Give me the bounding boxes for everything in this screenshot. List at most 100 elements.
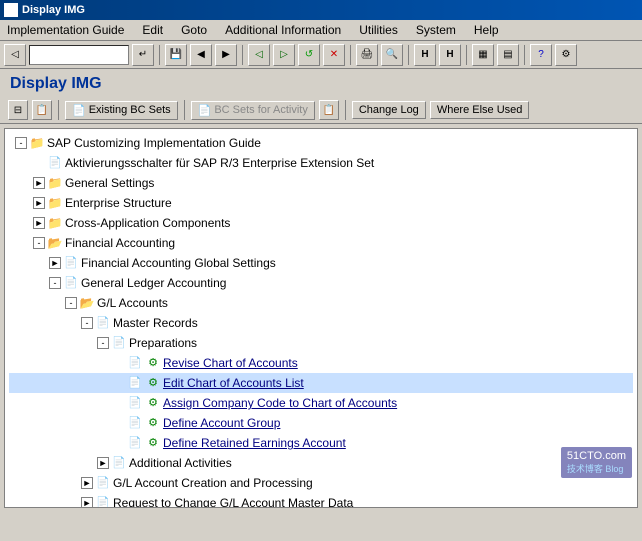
- exec-icon-edit: ⚙: [145, 376, 161, 390]
- btn-h2[interactable]: H: [439, 44, 461, 66]
- menu-additional-information[interactable]: Additional Information: [222, 22, 344, 38]
- label-defineag[interactable]: Define Account Group: [163, 414, 280, 432]
- doc-icon-finglobal: 📄: [63, 256, 79, 270]
- toggle-request[interactable]: ►: [81, 497, 93, 508]
- toolbar: ◁ ↵ 💾 ◀ ▶ ◁ ▷ ↺ ✕ 🖨 🔍 H H ▦ ▤ ? ⚙: [0, 41, 642, 69]
- tree-item-request[interactable]: ► 📄 Request to Change G/L Account Master…: [9, 493, 633, 508]
- print-button[interactable]: 🖨: [356, 44, 378, 66]
- toggle-gl[interactable]: -: [49, 277, 61, 289]
- menu-goto[interactable]: Goto: [178, 22, 210, 38]
- tree-item-addact[interactable]: ► 📄 Additional Activities: [9, 453, 633, 473]
- label-definere[interactable]: Define Retained Earnings Account: [163, 434, 346, 452]
- doc-icon-revise: 📄: [127, 356, 143, 370]
- prev-button[interactable]: ◀: [190, 44, 212, 66]
- exec-icon-revise: ⚙: [145, 356, 161, 370]
- tree-item-revise[interactable]: 📄 ⚙ Revise Chart of Accounts: [9, 353, 633, 373]
- watermark-sub: 技术博客 Blog: [567, 462, 626, 475]
- toggle-finglobal[interactable]: ►: [49, 257, 61, 269]
- enter-button[interactable]: ↵: [132, 44, 154, 66]
- collapse-all-button[interactable]: 📋: [32, 100, 52, 120]
- toggle-addact[interactable]: ►: [97, 457, 109, 469]
- toggle-master[interactable]: -: [81, 317, 93, 329]
- save-button[interactable]: 💾: [165, 44, 187, 66]
- toggle-cross[interactable]: ►: [33, 217, 45, 229]
- toggle-glacc[interactable]: -: [65, 297, 77, 309]
- settings-button[interactable]: ⚙: [555, 44, 577, 66]
- existing-bc-sets-button[interactable]: 📄 Existing BC Sets: [65, 101, 178, 120]
- back-button[interactable]: ◁: [4, 44, 26, 66]
- tree-item-master[interactable]: - 📄 Master Records: [9, 313, 633, 333]
- bc-sets-activity-button[interactable]: 📄 BC Sets for Activity: [191, 101, 315, 120]
- label-edit[interactable]: Edit Chart of Accounts List: [163, 374, 304, 392]
- separator-4: [408, 45, 409, 65]
- action-toolbar: ⊟ 📋 📄 Existing BC Sets 📄 BC Sets for Act…: [0, 97, 642, 124]
- layout-btn2[interactable]: ▤: [497, 44, 519, 66]
- tree-item-glaccount[interactable]: ► 📄 G/L Account Creation and Processing: [9, 473, 633, 493]
- where-else-used-button[interactable]: Where Else Used: [430, 101, 530, 119]
- tree-item-assign[interactable]: 📄 ⚙ Assign Company Code to Chart of Acco…: [9, 393, 633, 413]
- help-button[interactable]: ?: [530, 44, 552, 66]
- label-assign[interactable]: Assign Company Code to Chart of Accounts: [163, 394, 397, 412]
- label-revise[interactable]: Revise Chart of Accounts: [163, 354, 298, 372]
- doc-icon-gl: 📄: [63, 276, 79, 290]
- toggle-prep[interactable]: -: [97, 337, 109, 349]
- tree-item-aktivierung[interactable]: 📄 Aktivierungsschalter für SAP R/3 Enter…: [9, 153, 633, 173]
- menu-bar: Implementation Guide Edit Goto Additiona…: [0, 20, 642, 41]
- nav-prev[interactable]: ◁: [248, 44, 270, 66]
- toggle-finacc[interactable]: -: [33, 237, 45, 249]
- tree-item-general[interactable]: ► 📁 General Settings: [9, 173, 633, 193]
- command-field[interactable]: [29, 45, 129, 65]
- menu-system[interactable]: System: [413, 22, 459, 38]
- exec-icon-defineag: ⚙: [145, 416, 161, 430]
- folder-icon-enterprise: 📁: [47, 196, 63, 210]
- label-gl: General Ledger Accounting: [81, 274, 226, 292]
- label-addact: Additional Activities: [129, 454, 232, 472]
- refresh-button[interactable]: ↺: [298, 44, 320, 66]
- doc-icon-edit: 📄: [127, 376, 143, 390]
- page-title: Display IMG: [10, 75, 102, 92]
- menu-utilities[interactable]: Utilities: [356, 22, 401, 38]
- stop-button[interactable]: ✕: [323, 44, 345, 66]
- expand-all-button[interactable]: ⊟: [8, 100, 28, 120]
- watermark-site: 51CTO.com: [567, 450, 626, 462]
- label-request: Request to Change G/L Account Master Dat…: [113, 494, 353, 508]
- main-content: - 📁 SAP Customizing Implementation Guide…: [4, 128, 638, 508]
- title-bar: Display IMG: [0, 0, 642, 20]
- tree-item-root[interactable]: - 📁 SAP Customizing Implementation Guide: [9, 133, 633, 153]
- separator-6: [524, 45, 525, 65]
- label-enterprise: Enterprise Structure: [65, 194, 172, 212]
- tree-item-finacc[interactable]: - 📂 Financial Accounting: [9, 233, 633, 253]
- next-button[interactable]: ▶: [215, 44, 237, 66]
- tree-item-enterprise[interactable]: ► 📁 Enterprise Structure: [9, 193, 633, 213]
- label-glacc: G/L Accounts: [97, 294, 168, 312]
- doc-icon-aktivierung: 📄: [47, 156, 63, 170]
- tree-item-gl[interactable]: - 📄 General Ledger Accounting: [9, 273, 633, 293]
- btn-h1[interactable]: H: [414, 44, 436, 66]
- toggle-enterprise[interactable]: ►: [33, 197, 45, 209]
- nav-next[interactable]: ▷: [273, 44, 295, 66]
- tree-item-definere[interactable]: 📄 ⚙ Define Retained Earnings Account: [9, 433, 633, 453]
- doc-icon-request: 📄: [95, 496, 111, 508]
- tree-item-defineag[interactable]: 📄 ⚙ Define Account Group: [9, 413, 633, 433]
- tree: - 📁 SAP Customizing Implementation Guide…: [9, 133, 633, 508]
- folder-icon-general: 📁: [47, 176, 63, 190]
- tree-item-finglobal[interactable]: ► 📄 Financial Accounting Global Settings: [9, 253, 633, 273]
- menu-implementation-guide[interactable]: Implementation Guide: [4, 22, 127, 38]
- change-log-button[interactable]: Change Log: [352, 101, 426, 119]
- folder-icon-glacc: 📂: [79, 296, 95, 310]
- separator-1: [159, 45, 160, 65]
- toggle-general[interactable]: ►: [33, 177, 45, 189]
- find-button[interactable]: 🔍: [381, 44, 403, 66]
- tree-item-edit[interactable]: 📄 ⚙ Edit Chart of Accounts List: [9, 373, 633, 393]
- menu-edit[interactable]: Edit: [139, 22, 166, 38]
- toggle-glaccount[interactable]: ►: [81, 477, 93, 489]
- doc-icon-glaccount: 📄: [95, 476, 111, 490]
- menu-help[interactable]: Help: [471, 22, 502, 38]
- bc-activity-extra[interactable]: 📋: [319, 100, 339, 120]
- tree-item-prep[interactable]: - 📄 Preparations: [9, 333, 633, 353]
- toggle-root[interactable]: -: [15, 137, 27, 149]
- layout-btn1[interactable]: ▦: [472, 44, 494, 66]
- tree-item-cross[interactable]: ► 📁 Cross-Application Components: [9, 213, 633, 233]
- tree-item-glacc[interactable]: - 📂 G/L Accounts: [9, 293, 633, 313]
- label-master: Master Records: [113, 314, 198, 332]
